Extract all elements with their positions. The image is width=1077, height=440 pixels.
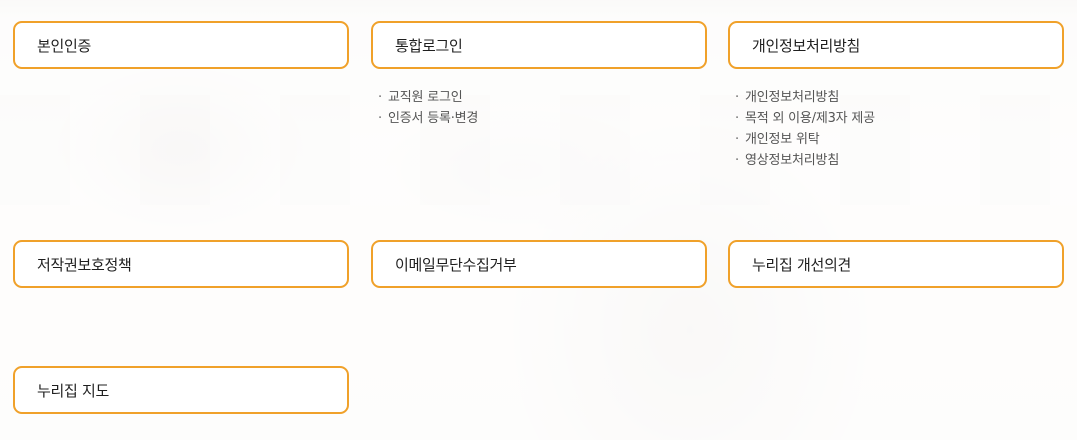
integrated-login-label: 통합로그인 xyxy=(395,36,463,55)
identity-verification-button[interactable]: 본인인증 xyxy=(13,21,349,69)
menu-group-sitemap: 누리집 지도 xyxy=(13,366,349,414)
email-refusal-label: 이메일무단수집거부 xyxy=(395,255,517,274)
submenu-item-certificate[interactable]: · 인증서 등록·변경 xyxy=(378,108,707,129)
menu-group-identity: 본인인증 xyxy=(13,21,349,69)
submenu-item-label: 교직원 로그인 xyxy=(388,90,463,105)
bullet-icon: · xyxy=(735,111,739,126)
nurijip-sitemap-button[interactable]: 누리집 지도 xyxy=(13,366,349,414)
bullet-icon: · xyxy=(735,153,739,168)
nurijip-sitemap-label: 누리집 지도 xyxy=(37,381,109,400)
email-refusal-button[interactable]: 이메일무단수집거부 xyxy=(371,240,707,288)
submenu-item-label: 목적 외 이용/제3자 제공 xyxy=(745,111,875,126)
submenu-item-label: 인증서 등록·변경 xyxy=(388,111,479,126)
integrated-login-submenu: · 교직원 로그인 · 인증서 등록·변경 xyxy=(371,87,707,129)
privacy-policy-button[interactable]: 개인정보처리방침 xyxy=(728,21,1064,69)
menu-group-privacy: 개인정보처리방침 · 개인정보처리방침 · 목적 외 이용/제3자 제공 · 개인정보… xyxy=(728,21,1064,171)
submenu-item-label: 개인정보처리방침 xyxy=(745,90,840,105)
submenu-item-video-policy[interactable]: · 영상정보처리방침 xyxy=(735,150,1064,171)
submenu-item-privacy-policy[interactable]: · 개인정보처리방침 xyxy=(735,87,1064,108)
privacy-policy-label: 개인정보처리방침 xyxy=(752,36,861,55)
menu-group-login: 통합로그인 · 교직원 로그인 · 인증서 등록·변경 xyxy=(371,21,707,129)
bullet-icon: · xyxy=(735,132,739,147)
copyright-policy-button[interactable]: 저작권보호정책 xyxy=(13,240,349,288)
bullet-icon: · xyxy=(378,90,382,105)
submenu-item-label: 개인정보 위탁 xyxy=(745,132,820,147)
identity-verification-label: 본인인증 xyxy=(37,36,92,55)
copyright-policy-label: 저작권보호정책 xyxy=(37,255,132,274)
nurijip-feedback-label: 누리집 개선의견 xyxy=(752,255,851,274)
privacy-policy-submenu: · 개인정보처리방침 · 목적 외 이용/제3자 제공 · 개인정보 위탁 · 영상정보… xyxy=(728,87,1064,171)
nurijip-feedback-button[interactable]: 누리집 개선의견 xyxy=(728,240,1064,288)
menu-group-copyright: 저작권보호정책 xyxy=(13,240,349,288)
integrated-login-button[interactable]: 통합로그인 xyxy=(371,21,707,69)
menu-group-feedback: 누리집 개선의견 xyxy=(728,240,1064,288)
menu-group-email: 이메일무단수집거부 xyxy=(371,240,707,288)
submenu-item-label: 영상정보처리방침 xyxy=(745,153,840,168)
submenu-item-third-party[interactable]: · 목적 외 이용/제3자 제공 xyxy=(735,108,1064,129)
submenu-item-staff-login[interactable]: · 교직원 로그인 xyxy=(378,87,707,108)
submenu-item-outsourcing[interactable]: · 개인정보 위탁 xyxy=(735,129,1064,150)
bullet-icon: · xyxy=(735,90,739,105)
bullet-icon: · xyxy=(378,111,382,126)
